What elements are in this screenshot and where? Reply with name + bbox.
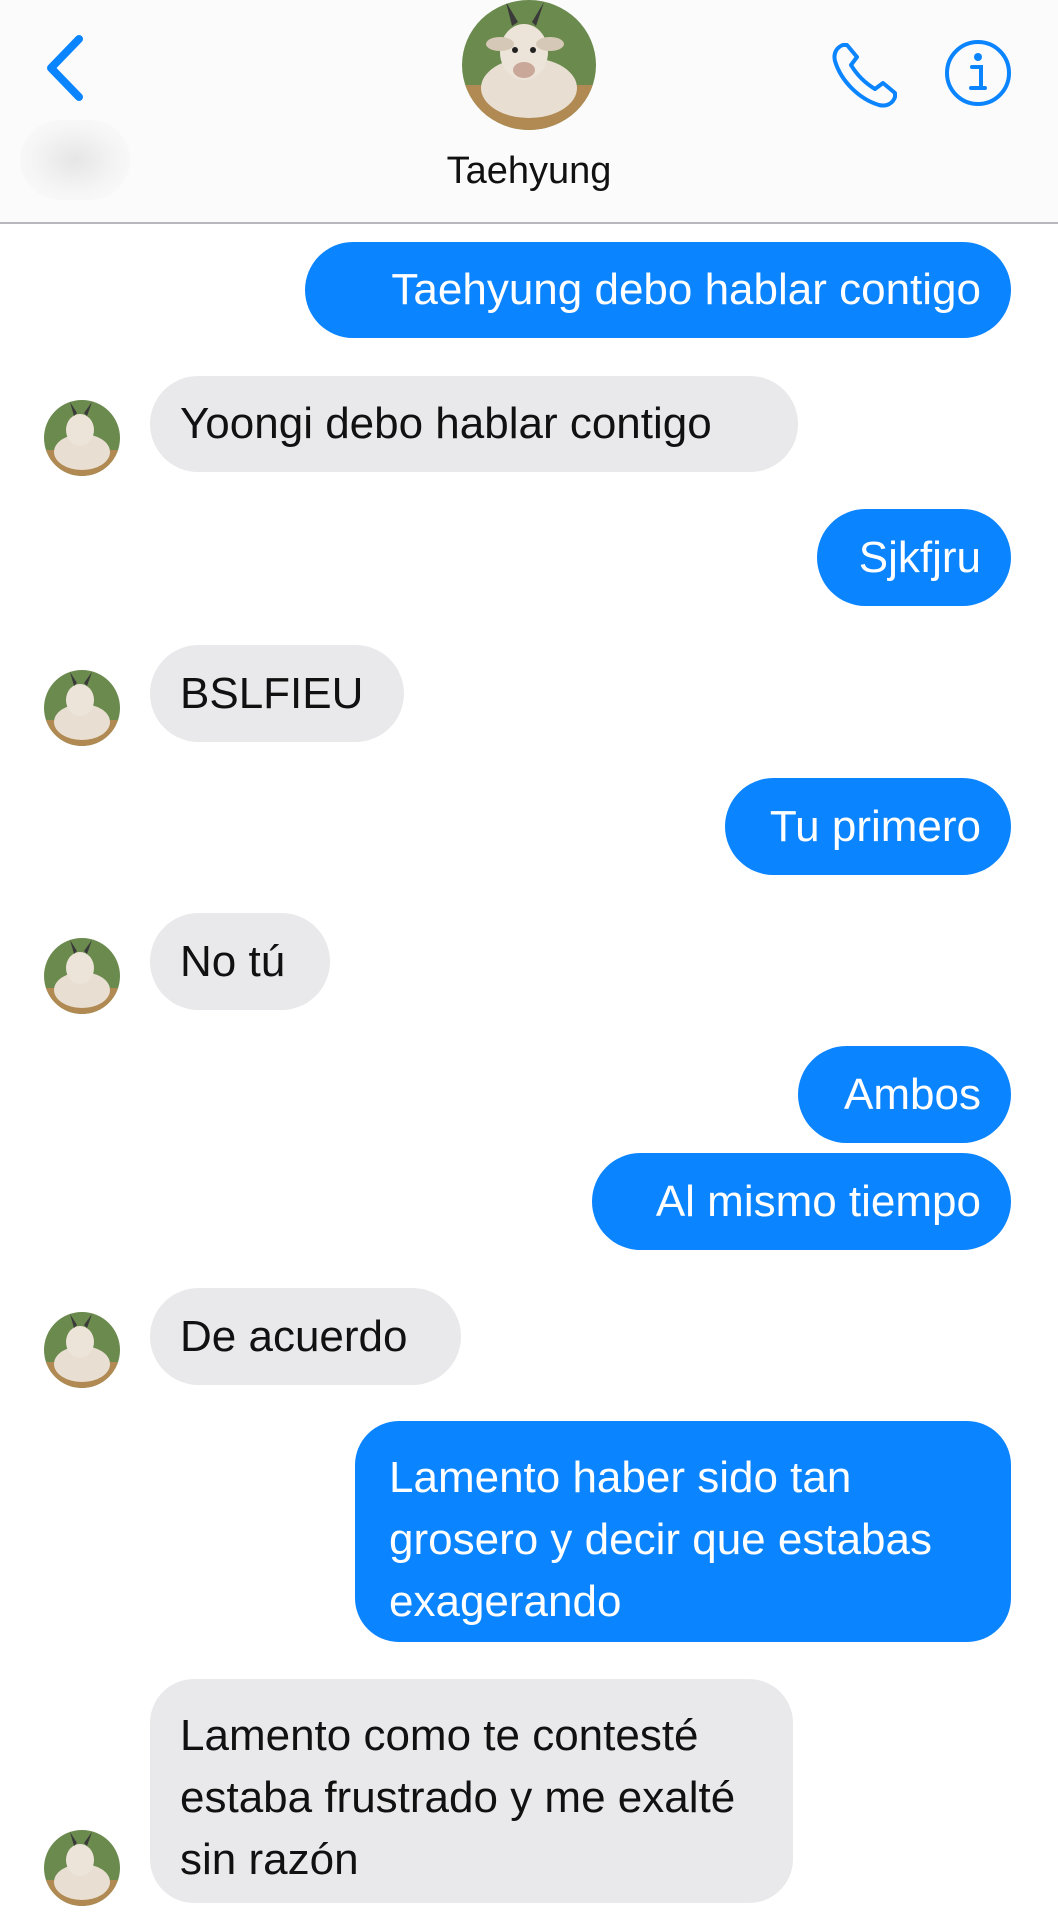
info-icon [945,40,1011,106]
contact-avatar-small[interactable] [44,938,120,1014]
incoming-message[interactable]: Yoongi debo hablar contigo [150,376,798,472]
outgoing-message[interactable]: Ambos [798,1046,1011,1143]
message-text: Tu primero [769,801,981,851]
outgoing-message[interactable]: Al mismo tiempo [592,1153,1011,1250]
outgoing-message[interactable]: Lamento haber sido tan grosero y decir q… [355,1421,1011,1642]
contact-name[interactable]: Taehyung [0,150,1058,193]
message-text: BSLFIEU [180,668,364,718]
message-text: Lamento haber sido tan grosero y decir q… [389,1453,932,1626]
outgoing-message[interactable]: Tu primero [725,778,1011,875]
message-text: No tú [180,936,286,986]
contact-avatar-small[interactable] [44,400,120,476]
contact-avatar-small[interactable] [44,670,120,746]
incoming-message[interactable]: Lamento como te contesté estaba frustrad… [150,1679,793,1903]
message-text: De acuerdo [180,1311,408,1361]
message-text: Yoongi debo hablar contigo [180,399,712,448]
outgoing-message[interactable]: Taehyung debo hablar contigo [305,242,1011,338]
message-text: Sjkfjru [858,532,981,582]
message-text: Lamento como te contesté estaba frustrad… [180,1711,736,1884]
message-text: Al mismo tiempo [655,1176,981,1226]
info-button[interactable] [943,38,1013,108]
chevron-left-icon [47,35,83,101]
incoming-message[interactable]: BSLFIEU [150,645,404,742]
contact-avatar[interactable] [462,0,596,130]
back-button[interactable] [30,28,100,108]
incoming-message[interactable]: No tú [150,913,330,1010]
contact-avatar-small[interactable] [44,1830,120,1906]
incoming-message[interactable]: De acuerdo [150,1288,461,1385]
phone-icon [832,43,897,108]
outgoing-message[interactable]: Sjkfjru [817,509,1011,606]
contact-avatar-small[interactable] [44,1312,120,1388]
call-button[interactable] [825,35,905,115]
conversation-header: Taehyung [0,0,1058,224]
message-text: Ambos [844,1069,981,1119]
message-text: Taehyung debo hablar contigo [391,265,981,314]
